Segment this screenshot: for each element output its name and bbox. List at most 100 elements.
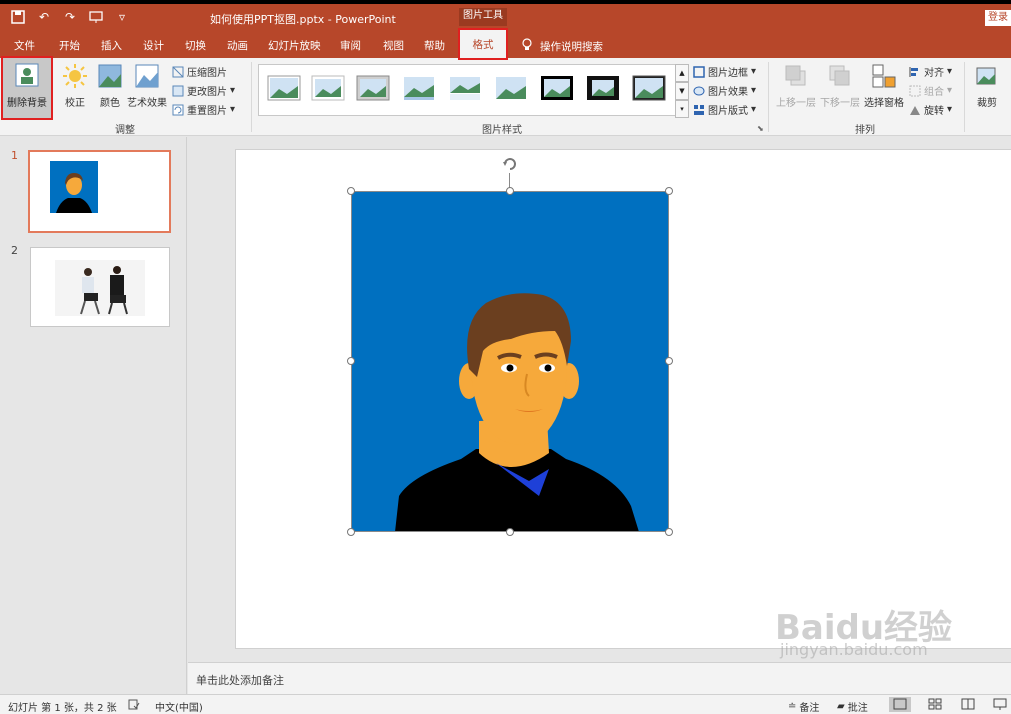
- lightbulb-icon: [522, 38, 532, 54]
- slide-count-status: 幻灯片 第 1 张，共 2 张: [8, 703, 117, 714]
- align-label: 对齐: [924, 68, 944, 79]
- customize-qat-icon[interactable]: ▿: [114, 9, 130, 25]
- style-thumb-2[interactable]: [311, 75, 345, 101]
- tab-review[interactable]: 审阅: [340, 38, 361, 53]
- dropdown-arrow-icon: ▾: [230, 85, 236, 96]
- send-backward-button[interactable]: 下移一层: [820, 62, 860, 109]
- picture-styles-gallery[interactable]: [258, 64, 688, 116]
- slide-1-preview-image: [50, 161, 98, 213]
- style-thumb-8[interactable]: [586, 75, 620, 101]
- present-from-start-icon[interactable]: [88, 9, 104, 25]
- dialog-launcher-icon[interactable]: ⬊: [757, 124, 764, 133]
- redo-icon[interactable]: ↷: [62, 9, 78, 25]
- tell-me-search[interactable]: 操作说明搜索: [522, 38, 603, 54]
- login-button[interactable]: 登录: [985, 10, 1011, 26]
- notes-toggle-button[interactable]: ≐ 备注: [788, 699, 819, 714]
- slide-number: 2: [11, 244, 18, 257]
- language-status[interactable]: 中文(中国): [155, 699, 203, 714]
- resize-handle-top-right[interactable]: [665, 187, 673, 195]
- reset-picture-button[interactable]: 重置图片 ▾: [172, 102, 235, 117]
- tab-animations[interactable]: 动画: [227, 38, 248, 53]
- tab-design[interactable]: 设计: [143, 38, 164, 53]
- style-thumb-6[interactable]: [494, 75, 528, 101]
- style-thumb-1[interactable]: [267, 75, 301, 101]
- arrange-group-label: 排列: [855, 125, 875, 136]
- picture-border-button[interactable]: 图片边框 ▾: [693, 64, 756, 79]
- dropdown-arrow-icon: ▾: [751, 66, 757, 77]
- save-icon[interactable]: [10, 9, 26, 25]
- tab-slideshow[interactable]: 幻灯片放映: [268, 38, 321, 53]
- slide-sorter-button[interactable]: [924, 697, 946, 712]
- tab-insert[interactable]: 插入: [101, 38, 122, 53]
- selected-picture[interactable]: [351, 191, 669, 532]
- resize-handle-right[interactable]: [665, 357, 673, 365]
- gallery-down-icon[interactable]: ▼: [675, 82, 689, 100]
- picture-effects-button[interactable]: 图片效果 ▾: [693, 83, 756, 98]
- gallery-scroll[interactable]: ▲ ▼ ▾: [675, 64, 689, 118]
- change-picture-button[interactable]: 更改图片 ▾: [172, 83, 235, 98]
- spell-check-icon[interactable]: [128, 699, 140, 713]
- remove-background-icon: [14, 62, 40, 88]
- slideshow-view-button[interactable]: [989, 697, 1011, 712]
- slide-number: 1: [11, 149, 18, 162]
- normal-view-button[interactable]: [889, 697, 911, 712]
- style-thumb-7[interactable]: [540, 75, 574, 101]
- artistic-effects-button[interactable]: 艺术效果: [127, 62, 167, 109]
- reset-picture-label: 重置图片: [187, 106, 227, 117]
- artistic-effects-label: 艺术效果: [127, 98, 167, 109]
- gallery-up-icon[interactable]: ▲: [675, 64, 689, 82]
- slide-editing-area: [188, 137, 1011, 662]
- resize-handle-top-left[interactable]: [347, 187, 355, 195]
- dropdown-arrow-icon: ▾: [947, 66, 953, 77]
- tab-transitions[interactable]: 切换: [185, 38, 206, 53]
- picture-layout-button[interactable]: 图片版式 ▾: [693, 102, 756, 117]
- slide-thumbnails-panel: 1 2: [0, 137, 187, 694]
- notes-pane[interactable]: 单击此处添加备注: [188, 662, 1011, 694]
- comments-toggle-button[interactable]: ▰ 批注: [837, 699, 868, 714]
- tab-format[interactable]: 格式: [458, 28, 508, 60]
- dropdown-arrow-icon: ▾: [751, 85, 757, 96]
- style-thumb-3[interactable]: [356, 75, 390, 101]
- align-button[interactable]: 对齐 ▾: [909, 64, 952, 79]
- group-button[interactable]: 组合 ▾: [909, 83, 952, 98]
- compress-pictures-button[interactable]: 压缩图片: [172, 64, 227, 79]
- resize-handle-bottom-left[interactable]: [347, 528, 355, 536]
- tab-help[interactable]: 帮助: [424, 38, 445, 53]
- style-thumb-5[interactable]: [448, 75, 482, 101]
- style-thumb-9[interactable]: [632, 75, 666, 101]
- resize-handle-top[interactable]: [506, 187, 514, 195]
- send-backward-icon: [826, 62, 854, 90]
- bring-forward-button[interactable]: 上移一层: [776, 62, 816, 109]
- slide-thumbnail-1[interactable]: [28, 150, 171, 233]
- reading-view-button[interactable]: [957, 697, 979, 712]
- slide-thumbnail-2[interactable]: [30, 247, 170, 327]
- document-title: 如何使用PPT抠图.pptx - PowerPoint: [210, 13, 396, 26]
- tab-home[interactable]: 开始: [59, 38, 80, 53]
- dropdown-arrow-icon: ▾: [947, 104, 953, 115]
- bring-forward-label: 上移一层: [776, 98, 816, 109]
- current-slide[interactable]: [235, 149, 1011, 649]
- notes-toggle-label: 备注: [799, 703, 820, 714]
- rotate-button[interactable]: 旋转 ▾: [909, 102, 952, 117]
- resize-handle-bottom[interactable]: [506, 528, 514, 536]
- tab-view[interactable]: 视图: [383, 38, 404, 53]
- remove-background-button[interactable]: 删除背景: [1, 56, 53, 120]
- compress-icon: [172, 66, 184, 78]
- group-separator: [964, 62, 965, 132]
- tab-file[interactable]: 文件: [14, 38, 35, 53]
- change-picture-icon: [172, 85, 184, 97]
- color-button[interactable]: 颜色: [95, 62, 125, 109]
- reading-view-icon: [961, 698, 975, 710]
- cartoon-man-portrait: [351, 191, 669, 532]
- undo-icon[interactable]: ↶: [36, 9, 52, 25]
- normal-view-icon: [893, 698, 907, 710]
- crop-button[interactable]: 裁剪: [972, 62, 1002, 109]
- gallery-more-icon[interactable]: ▾: [675, 100, 689, 118]
- rotate-handle-icon[interactable]: [501, 155, 519, 173]
- resize-handle-bottom-right[interactable]: [665, 528, 673, 536]
- resize-handle-left[interactable]: [347, 357, 355, 365]
- picture-layout-icon: [693, 104, 705, 116]
- style-thumb-4[interactable]: [402, 75, 436, 101]
- selection-pane-button[interactable]: 选择窗格: [862, 62, 906, 109]
- corrections-button[interactable]: 校正: [60, 62, 90, 109]
